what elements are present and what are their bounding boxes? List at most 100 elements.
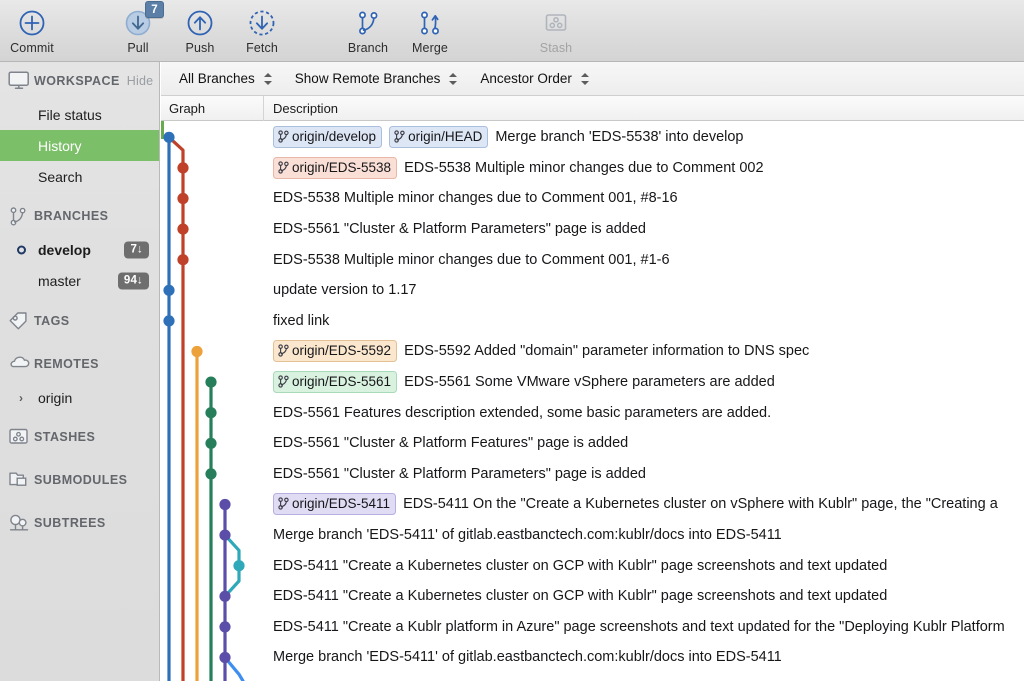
ref-badge-label: origin/EDS-5592 <box>292 343 392 359</box>
table-row[interactable]: fixed link <box>161 306 1024 337</box>
commit-button[interactable]: Commit <box>1 0 63 62</box>
branch-button[interactable]: Branch <box>337 0 399 62</box>
filter-bar: All Branches Show Remote Branches Ancest… <box>161 62 1024 96</box>
ref-badge[interactable]: origin/EDS-5592 <box>273 340 398 363</box>
table-row[interactable]: origin/develop origin/HEAD Merge branch 'E… <box>161 122 1024 153</box>
fetch-dashed-down-arrow-icon <box>245 6 279 40</box>
sidebar-section-submodules-label: SUBMODULES <box>34 472 128 487</box>
sidebar-section-tags[interactable]: TAGS <box>0 302 159 339</box>
commit-description: origin/EDS-5561 EDS-5561 Some VMware vSph… <box>273 371 775 394</box>
sidebar-item-remote-origin[interactable]: › origin <box>0 382 159 413</box>
table-row[interactable]: update version to 1.17 <box>161 275 1024 306</box>
commit-description: origin/EDS-5411 EDS-5411 On the "Create a… <box>273 493 998 516</box>
sidebar-item-branch-develop[interactable]: develop 7↓ <box>0 234 159 265</box>
sidebar: WORKSPACE Hide File status History Searc… <box>0 62 160 681</box>
ref-badge[interactable]: origin/develop <box>273 126 383 149</box>
commit-plus-icon <box>15 6 49 40</box>
stash-button[interactable]: Stash <box>525 0 587 62</box>
branch-button-label: Branch <box>347 41 389 55</box>
workspace-hide-button[interactable]: Hide <box>127 74 154 88</box>
ref-badge[interactable]: origin/EDS-5561 <box>273 371 398 394</box>
branch-icon <box>394 130 405 143</box>
column-header-graph[interactable]: Graph <box>161 95 264 121</box>
commit-message: Merge branch 'EDS-5538' into develop <box>495 129 744 146</box>
table-row[interactable]: origin/EDS-5561 EDS-5561 Some VMware vSph… <box>161 367 1024 398</box>
table-row[interactable]: EDS-5411 "Create a Kubernetes cluster on… <box>161 550 1024 581</box>
commit-message: EDS-5561 "Cluster & Platform Parameters"… <box>273 221 646 238</box>
commit-message: EDS-5538 Multiple minor changes due to C… <box>273 251 670 268</box>
table-row[interactable]: EDS-5538 Multiple minor changes due to C… <box>161 244 1024 275</box>
commit-description: EDS-5411 "Create a Kublr platform in Azu… <box>273 619 1005 635</box>
commit-description: EDS-5561 "Cluster & Platform Parameters"… <box>273 221 646 237</box>
chevron-updown-icon <box>580 71 590 87</box>
branch-icon <box>278 375 289 388</box>
table-row[interactable]: EDS-5411 "Create a Kublr platform in Azu… <box>161 612 1024 643</box>
merge-icon <box>413 6 447 40</box>
chevron-right-icon[interactable]: › <box>19 391 23 405</box>
sidebar-section-branches-label: BRANCHES <box>34 208 109 223</box>
table-row[interactable]: Merge branch 'EDS-5411' of gitlab.eastba… <box>161 642 1024 673</box>
branch-filter-value: All Branches <box>179 71 255 86</box>
branch-icon <box>278 130 289 143</box>
fetch-button[interactable]: Fetch <box>231 0 293 62</box>
table-row[interactable]: Merge branch 'EDS-5411' of gitlab.eastba… <box>161 520 1024 551</box>
push-button[interactable]: Push <box>169 0 231 62</box>
sidebar-item-branch-master[interactable]: master 94↓ <box>0 265 159 296</box>
sidebar-section-subtrees[interactable]: SUBTREES <box>0 504 159 541</box>
sidebar-section-submodules[interactable]: SUBMODULES <box>0 461 159 498</box>
table-row[interactable]: EDS-5538 Multiple minor changes due to C… <box>161 183 1024 214</box>
ref-badge[interactable]: origin/EDS-5411 <box>273 493 397 516</box>
order-filter-dropdown[interactable]: Ancestor Order <box>462 62 594 96</box>
ref-badge-label: origin/develop <box>292 129 377 145</box>
sidebar-item-branch-develop-label: develop <box>38 241 91 258</box>
table-row[interactable]: origin/EDS-5592 EDS-5592 Added "domain" p… <box>161 336 1024 367</box>
sidebar-item-remote-origin-label: origin <box>38 389 73 406</box>
commit-description: EDS-5538 Multiple minor changes due to C… <box>273 252 670 268</box>
sidebar-section-subtrees-label: SUBTREES <box>34 515 106 530</box>
commit-message: EDS-5561 "Cluster & Platform Parameters"… <box>273 465 646 482</box>
sidebar-section-branches[interactable]: BRANCHES <box>0 197 159 234</box>
stash-icon <box>8 427 34 447</box>
branch-develop-count-badge: 7↓ <box>124 241 149 258</box>
commit-message: EDS-5538 Multiple minor changes due to C… <box>273 190 678 207</box>
table-row[interactable]: EDS-5561 "Cluster & Platform Features" p… <box>161 428 1024 459</box>
merge-button[interactable]: Merge <box>399 0 461 62</box>
ref-badge[interactable]: origin/EDS-5538 <box>273 156 398 179</box>
commit-message: EDS-5411 "Create a Kubernetes cluster on… <box>273 588 888 605</box>
sidebar-item-search[interactable]: Search <box>0 161 159 192</box>
commit-description: Merge branch 'EDS-5411' of gitlab.eastba… <box>273 649 782 665</box>
table-row[interactable]: EDS-5561 "Cluster & Platform Parameters"… <box>161 214 1024 245</box>
main-toolbar: Commit 7 Pull Push Fetch Branch Merge St… <box>0 0 1024 62</box>
sidebar-item-file-status[interactable]: File status <box>0 99 159 130</box>
commit-description: EDS-5561 "Cluster & Platform Features" p… <box>273 435 628 451</box>
ref-badge[interactable]: origin/HEAD <box>389 126 489 149</box>
remote-filter-dropdown[interactable]: Show Remote Branches <box>277 62 463 96</box>
commit-message: Merge branch 'EDS-5411' of gitlab.eastba… <box>273 527 782 544</box>
branch-filter-dropdown[interactable]: All Branches <box>161 62 277 96</box>
table-row[interactable]: origin/EDS-5411 EDS-5411 On the "Create a… <box>161 489 1024 520</box>
commit-description: Merge branch 'EDS-5411' of gitlab.eastba… <box>273 527 782 543</box>
sidebar-item-history[interactable]: History <box>0 130 159 161</box>
sidebar-section-remotes[interactable]: REMOTES <box>0 345 159 382</box>
pull-count-badge: 7 <box>145 1 164 18</box>
sidebar-section-workspace[interactable]: WORKSPACE Hide <box>0 62 159 99</box>
commit-message: EDS-5411 On the "Create a Kubernetes clu… <box>403 496 998 513</box>
stash-icon <box>539 6 573 40</box>
sidebar-section-stashes[interactable]: STASHES <box>0 418 159 455</box>
table-row[interactable]: EDS-5561 Features description extended, … <box>161 397 1024 428</box>
commit-message: EDS-5561 Some VMware vSphere parameters … <box>404 374 775 391</box>
commit-button-label: Commit <box>10 41 54 55</box>
monitor-icon <box>8 70 34 91</box>
sidebar-section-stashes-label: STASHES <box>34 429 96 444</box>
table-row[interactable]: EDS-5561 "Cluster & Platform Parameters"… <box>161 459 1024 490</box>
table-row[interactable]: origin/EDS-5538 EDS-5538 Multiple minor c… <box>161 153 1024 184</box>
table-row[interactable]: EDS-5411 "Create a Kubernetes cluster on… <box>161 581 1024 612</box>
ref-badge-label: origin/EDS-5411 <box>292 496 391 512</box>
commit-list[interactable]: origin/develop origin/HEAD Merge branch 'E… <box>161 121 1024 681</box>
branch-icon <box>278 344 289 358</box>
pull-button[interactable]: 7 Pull <box>107 0 169 62</box>
push-button-label: Push <box>185 41 215 55</box>
push-up-arrow-icon <box>183 6 217 40</box>
column-header-description[interactable]: Description <box>264 96 338 121</box>
branch-icon <box>8 206 34 226</box>
